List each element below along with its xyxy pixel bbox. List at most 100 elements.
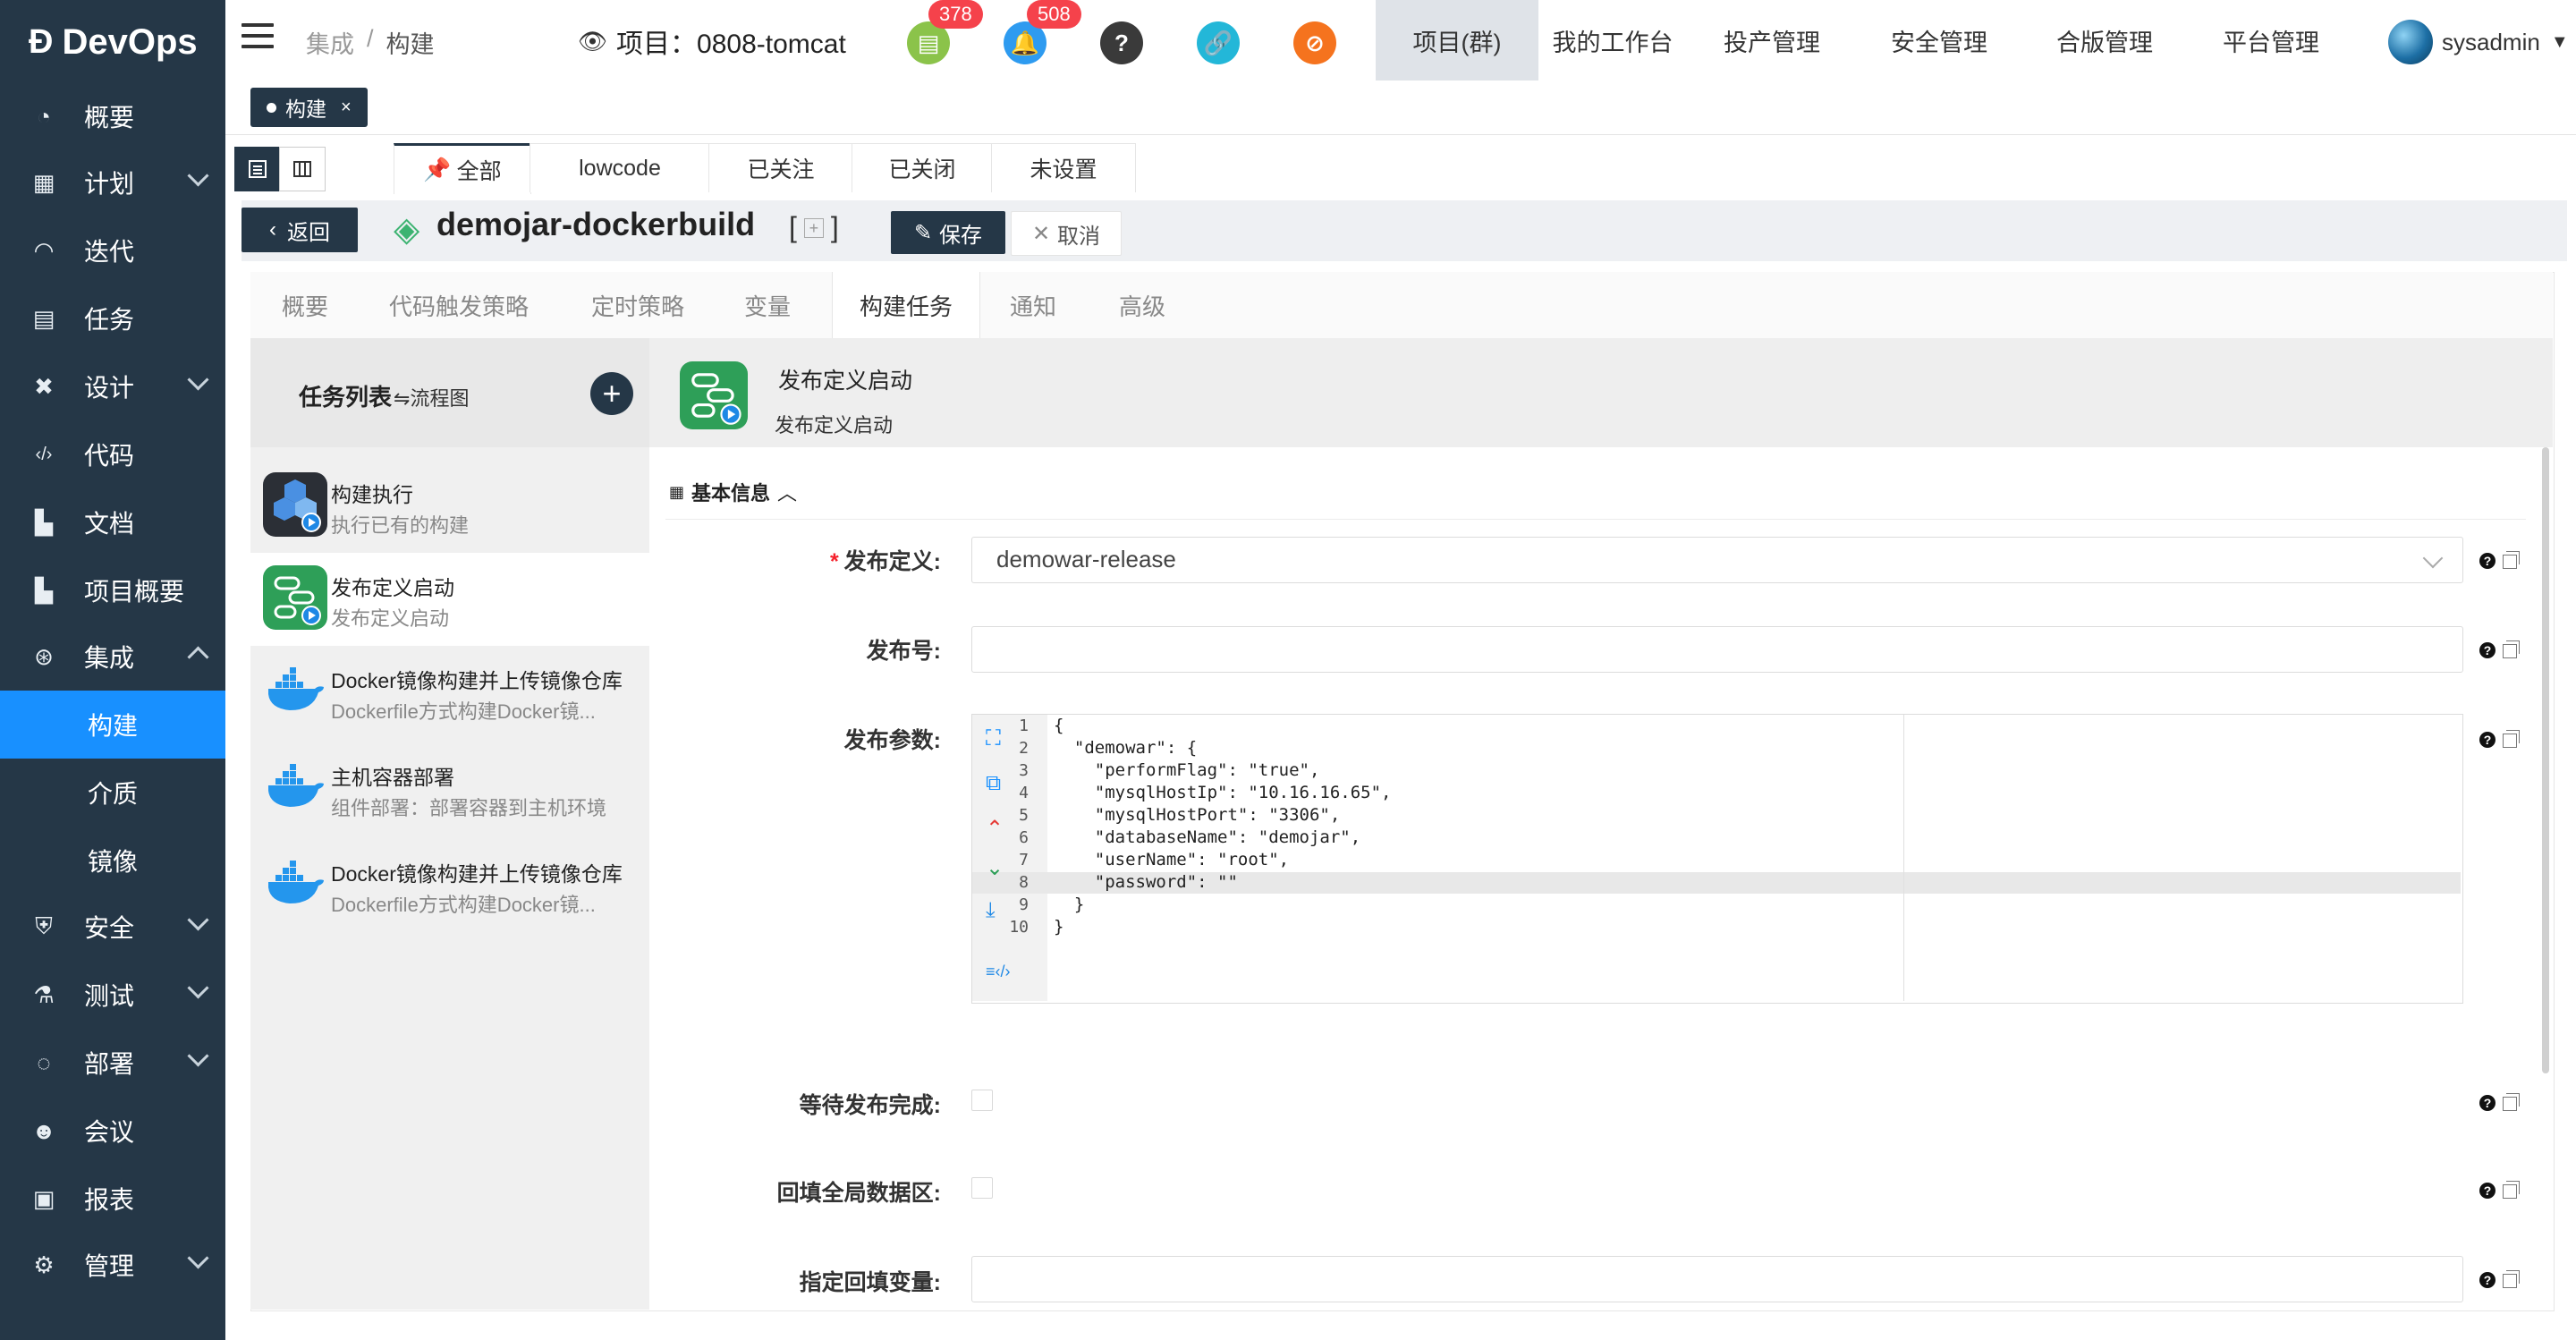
topnav-security-management[interactable]: 安全管理: [1857, 0, 2021, 81]
sidebar-subitem-image[interactable]: 镜像: [0, 827, 225, 895]
sidebar-item-project-summary[interactable]: ▙ 项目概要: [0, 556, 225, 624]
task-icon: ▤: [32, 304, 55, 332]
sidebar-item-test[interactable]: ⚗ 测试: [0, 961, 225, 1029]
expand-all-icon[interactable]: ⌄: [986, 855, 1004, 881]
layers-icon: ◈: [394, 211, 420, 249]
sidebar-item-plan[interactable]: ▦ 计划: [0, 148, 225, 216]
help-icon[interactable]: ?: [2479, 1095, 2496, 1111]
tab-code-trigger[interactable]: 代码触发策略: [376, 272, 542, 338]
copy-icon[interactable]: [2503, 1093, 2520, 1111]
topnav-my-workbench[interactable]: 我的工作台: [1538, 0, 1687, 81]
format-code-icon[interactable]: ≡‹/›: [986, 963, 1011, 981]
filter-tab-lowcode[interactable]: lowcode: [530, 143, 710, 192]
copy-icon[interactable]: [2503, 551, 2520, 569]
filter-tab-unset[interactable]: 未设置: [991, 143, 1136, 192]
copy-icon[interactable]: [2503, 640, 2520, 658]
devops-logo-icon: Ɖ: [29, 22, 54, 61]
backfill-global-checkbox[interactable]: [971, 1177, 993, 1199]
sidebar-item-overview[interactable]: ◔ 概要: [0, 82, 225, 150]
sidebar: Ɖ DevOps ◔ 概要 ▦ 计划 ◠ 迭代 ▤ 任务 ✖ 设计 ‹/› 代码 ▙ 文档 ▙…: [0, 0, 225, 1340]
plus-square-icon[interactable]: +: [803, 217, 824, 238]
cancel-button[interactable]: ✕ 取消: [1011, 211, 1122, 256]
sidebar-item-deploy[interactable]: ◌ 部署: [0, 1029, 225, 1097]
topnav-merge-management[interactable]: 合版管理: [2021, 0, 2188, 81]
chevron-left-icon: ‹: [269, 217, 276, 242]
tab-overview[interactable]: 概要: [265, 272, 345, 338]
copy-code-icon[interactable]: ⧉: [986, 771, 1001, 796]
download-icon[interactable]: ⤓: [986, 898, 996, 923]
link-icon[interactable]: 🔗: [1197, 21, 1240, 64]
release-no-input[interactable]: [971, 626, 2463, 673]
project-summary-icon: ▙: [35, 576, 53, 604]
app-logo[interactable]: Ɖ DevOps: [29, 20, 198, 64]
sidebar-subitem-label: 介质: [88, 780, 139, 808]
back-button[interactable]: ‹ 返回: [242, 208, 358, 252]
help-icon[interactable]: ?: [2479, 732, 2496, 748]
expand-bracket[interactable]: [+]: [789, 211, 839, 244]
help-icon[interactable]: ?: [1100, 21, 1143, 64]
topnav-platform-management[interactable]: 平台管理: [2188, 0, 2354, 81]
filter-tab-following[interactable]: 已关注: [708, 143, 853, 192]
copy-icon[interactable]: [2503, 730, 2520, 748]
task-item[interactable]: 主机容器部署 组件部署：部署容器到主机环境: [250, 742, 649, 835]
task-item-selected[interactable]: 发布定义启动 发布定义启动: [250, 553, 649, 646]
tab-notify[interactable]: 通知: [993, 272, 1073, 338]
tab-variables[interactable]: 变量: [723, 272, 812, 338]
sidebar-item-admin[interactable]: ⚙ 管理: [0, 1231, 225, 1299]
tab-build-tasks[interactable]: 构建任务: [832, 272, 980, 339]
task-item[interactable]: Docker镜像构建并上传镜像仓库 Dockerfile方式构建Docker镜.…: [250, 839, 649, 932]
sidebar-item-integration[interactable]: ⊛ 集成: [0, 623, 225, 691]
add-task-button[interactable]: +: [590, 372, 633, 415]
section-basic-info[interactable]: ▦ 基本信息 ︿: [669, 478, 797, 506]
sidebar-item-iteration[interactable]: ◠ 迭代: [0, 216, 225, 284]
sidebar-item-code[interactable]: ‹/› 代码: [0, 420, 225, 488]
cancel-label: 取消: [1057, 224, 1101, 249]
sidebar-subitem-media[interactable]: 介质: [0, 759, 225, 827]
content-scrollbar[interactable]: [2542, 447, 2549, 1073]
help-icon[interactable]: ?: [2479, 553, 2496, 569]
help-icon[interactable]: ?: [2479, 642, 2496, 658]
sidebar-item-meeting[interactable]: ☻ 会议: [0, 1097, 225, 1165]
user-menu[interactable]: sysadmin ▼: [2388, 20, 2569, 64]
line-number: 9: [1019, 895, 1029, 914]
filter-tab-all[interactable]: 📌 全部: [394, 143, 531, 194]
copy-icon[interactable]: [2503, 1181, 2520, 1199]
close-icon[interactable]: ×: [341, 98, 352, 118]
menu-toggle-icon[interactable]: [242, 23, 274, 50]
filter-tab-closed[interactable]: 已关闭: [852, 143, 993, 192]
wait-complete-checkbox[interactable]: [971, 1090, 993, 1111]
breadcrumb-integration[interactable]: 集成: [306, 25, 354, 60]
open-tag-build[interactable]: 构建 ×: [250, 88, 368, 127]
task-item[interactable]: 构建执行 执行已有的构建: [250, 460, 649, 553]
fullscreen-icon[interactable]: ⛶: [986, 726, 1001, 751]
chevron-down-icon: [187, 369, 209, 391]
board-view-button[interactable]: [279, 147, 326, 191]
sidebar-item-report[interactable]: ▣ 报表: [0, 1165, 225, 1233]
save-button[interactable]: ✎ 保存: [891, 211, 1005, 254]
tab-schedule[interactable]: 定时策略: [572, 272, 703, 338]
task-item[interactable]: Docker镜像构建并上传镜像仓库 Dockerfile方式构建Docker镜.…: [250, 646, 649, 739]
sidebar-subitem-build[interactable]: 构建: [0, 691, 225, 759]
disable-icon[interactable]: ⊘: [1293, 21, 1336, 64]
line-number: 1: [1019, 717, 1029, 735]
release-def-select[interactable]: [971, 537, 2463, 583]
tab-advanced[interactable]: 高级: [1102, 272, 1182, 338]
help-icon[interactable]: ?: [2479, 1272, 2496, 1288]
help-icon[interactable]: ?: [2479, 1183, 2496, 1199]
sidebar-item-document[interactable]: ▙ 文档: [0, 488, 225, 556]
sidebar-item-design[interactable]: ✖ 设计: [0, 352, 225, 420]
collapse-all-icon[interactable]: ⌃: [986, 816, 1004, 842]
chevron-down-icon: [187, 1045, 209, 1067]
flowchart-link[interactable]: ⇋流程图: [394, 383, 469, 411]
list-view-button[interactable]: [234, 147, 281, 191]
sidebar-item-security[interactable]: ⛨ 安全: [0, 893, 225, 961]
backfill-var-input[interactable]: [971, 1256, 2463, 1302]
line-number: 3: [1019, 761, 1029, 780]
release-def-value: demowar-release: [996, 546, 1176, 572]
copy-icon[interactable]: [2503, 1270, 2520, 1288]
topnav-project-group[interactable]: 项目(群): [1376, 0, 1538, 81]
sidebar-item-task[interactable]: ▤ 任务: [0, 284, 225, 352]
topnav-release-management[interactable]: 投产管理: [1687, 0, 1857, 81]
project-selector[interactable]: 👁 项目：0808-tomcat: [578, 21, 846, 61]
line-number: 8: [1019, 873, 1029, 892]
